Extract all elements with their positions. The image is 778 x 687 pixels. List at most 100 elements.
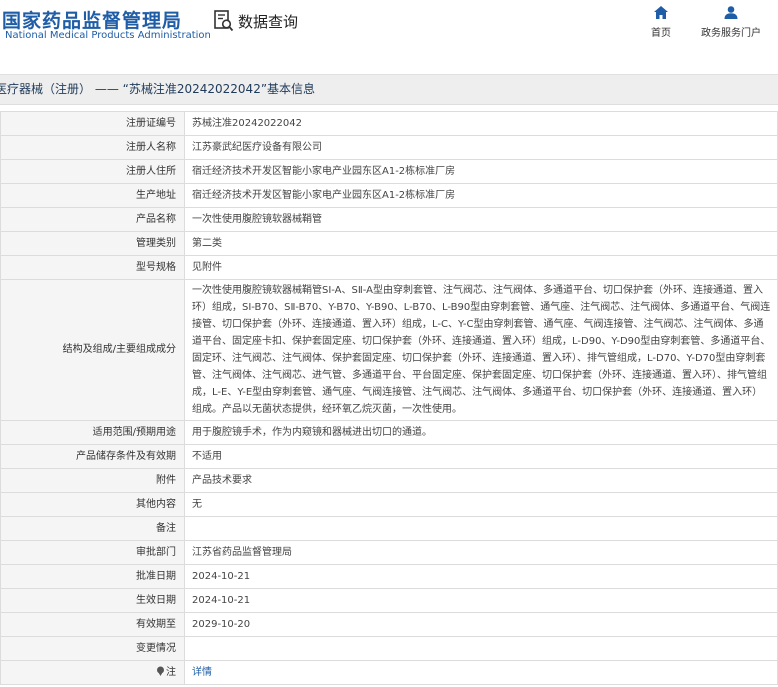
- table-row: 管理类别 第二类: [0, 231, 778, 256]
- field-label-text: 注册人住所: [126, 165, 176, 177]
- table-row: 生产地址 宿迁经济技术开发区智能小家电产业园东区A1-2栋标准厂房: [0, 183, 778, 208]
- field-value-text: 见附件: [192, 261, 222, 273]
- table-row: 适用范围/预期用途 用于腹腔镜手术，作为内窥镜和器械进出切口的通道。: [0, 420, 778, 445]
- field-label: 审批部门: [0, 540, 185, 565]
- field-value: 一次性使用腹腔镜软器械鞘管: [184, 207, 778, 232]
- field-value: 用于腹腔镜手术，作为内窥镜和器械进出切口的通道。: [184, 420, 778, 445]
- field-value: 见附件: [184, 255, 778, 280]
- field-value-text: 用于腹腔镜手术，作为内窥镜和器械进出切口的通道。: [192, 426, 432, 438]
- field-value-text: 2024-10-21: [192, 570, 251, 582]
- field-label: 备注: [0, 516, 185, 541]
- field-label-text: 管理类别: [136, 237, 176, 249]
- field-label-text: 有效期至: [136, 618, 176, 630]
- field-label-text: 附件: [156, 474, 176, 486]
- home-icon: [654, 6, 668, 19]
- field-label: 产品名称: [0, 207, 185, 232]
- table-row: 有效期至 2029-10-20: [0, 612, 778, 637]
- field-value-text: 不适用: [192, 450, 222, 462]
- field-label: 批准日期: [0, 564, 185, 589]
- field-label-text: 备注: [156, 522, 176, 534]
- field-label: 生产地址: [0, 183, 185, 208]
- field-value: 详情: [184, 660, 778, 685]
- field-value-text: 第二类: [192, 237, 222, 249]
- table-row: 生效日期 2024-10-21: [0, 588, 778, 613]
- field-value-text: 宿迁经济技术开发区智能小家电产业园东区A1-2栋标准厂房: [192, 165, 456, 177]
- field-value-text: 2024-10-21: [192, 594, 251, 606]
- field-label: 管理类别: [0, 231, 185, 256]
- table-row: 备注: [0, 516, 778, 541]
- site-logo-en[interactable]: National Medical Products Administration: [5, 30, 211, 41]
- field-label: 适用范围/预期用途: [0, 420, 185, 445]
- field-value: 2024-10-21: [184, 588, 778, 613]
- site-logo-cn[interactable]: 国家药品监督管理局: [2, 6, 182, 33]
- field-value: 宿迁经济技术开发区智能小家电产业园东区A1-2栋标准厂房: [184, 183, 778, 208]
- field-label-text: 批准日期: [136, 570, 176, 582]
- field-label-text: 产品储存条件及有效期: [76, 450, 176, 462]
- registration-info-table: 注册证编号 苏械注准20242022042 注册人名称 江苏豪武纪医疗设备有限公司 注册…: [0, 111, 778, 685]
- table-row: 注册人名称 江苏豪武纪医疗设备有限公司: [0, 135, 778, 160]
- field-value: 江苏省药品监督管理局: [184, 540, 778, 565]
- field-value: 不适用: [184, 444, 778, 469]
- breadcrumb: 医疗器械（注册） —— “苏械注准20242022042”基本信息: [0, 74, 778, 105]
- site-header: 国家药品监督管理局 National Medical Products Admi…: [0, 0, 778, 72]
- field-label: 产品储存条件及有效期: [0, 444, 185, 469]
- field-label: 结构及组成/主要组成成分: [0, 279, 185, 421]
- data-query-title: 数据查询: [214, 10, 298, 32]
- field-value-text: 一次性使用腹腔镜软器械鞘管SⅠ-A、SⅡ-A型由穿刺套管、注气阀芯、注气阀体、多…: [192, 285, 771, 415]
- field-label-text: 生效日期: [136, 594, 176, 606]
- data-query-label: 数据查询: [238, 12, 299, 31]
- field-value-text: 无: [192, 498, 202, 510]
- table-row: 型号规格 见附件: [0, 255, 778, 280]
- field-label: 附件: [0, 468, 185, 493]
- field-value-text: 2029-10-20: [192, 618, 251, 630]
- field-label-text: 审批部门: [136, 546, 176, 558]
- field-value-text: 江苏省药品监督管理局: [192, 546, 292, 558]
- nav-home[interactable]: 首页: [647, 6, 675, 39]
- table-row: 产品名称 一次性使用腹腔镜软器械鞘管: [0, 207, 778, 232]
- field-label-text: 适用范围/预期用途: [92, 426, 176, 438]
- field-value: [184, 636, 778, 661]
- field-label: 注册人住所: [0, 159, 185, 184]
- field-label: 注册证编号: [0, 111, 185, 136]
- field-value: [184, 516, 778, 541]
- field-label: 注: [0, 660, 185, 685]
- field-label-text: 其他内容: [136, 498, 176, 510]
- field-label: 生效日期: [0, 588, 185, 613]
- table-row: 批准日期 2024-10-21: [0, 564, 778, 589]
- user-icon: [724, 6, 738, 19]
- field-value: 一次性使用腹腔镜软器械鞘管SⅠ-A、SⅡ-A型由穿刺套管、注气阀芯、注气阀体、多…: [184, 279, 778, 421]
- pin-icon: [157, 666, 164, 676]
- field-value: 宿迁经济技术开发区智能小家电产业园东区A1-2栋标准厂房: [184, 159, 778, 184]
- field-label: 有效期至: [0, 612, 185, 637]
- nav-gov-service-portal[interactable]: 政务服务门户: [700, 6, 762, 39]
- field-value: 产品技术要求: [184, 468, 778, 493]
- field-value-text: 苏械注准20242022042: [192, 117, 302, 129]
- field-label: 型号规格: [0, 255, 185, 280]
- breadcrumb-text: 医疗器械（注册） —— “苏械注准20242022042”基本信息: [0, 82, 316, 96]
- nav-home-label: 首页: [651, 28, 671, 39]
- field-label: 变更情况: [0, 636, 185, 661]
- field-value-text: 产品技术要求: [192, 474, 252, 486]
- field-label: 注册人名称: [0, 135, 185, 160]
- table-row: 产品储存条件及有效期 不适用: [0, 444, 778, 469]
- data-query-icon: [214, 10, 234, 32]
- field-value: 无: [184, 492, 778, 517]
- table-row: 注 详情: [0, 660, 778, 685]
- field-label-text: 结构及组成/主要组成成分: [62, 344, 176, 355]
- field-value-text: 宿迁经济技术开发区智能小家电产业园东区A1-2栋标准厂房: [192, 189, 456, 201]
- field-label-text: 注册证编号: [126, 117, 176, 129]
- field-label: 其他内容: [0, 492, 185, 517]
- table-row: 结构及组成/主要组成成分 一次性使用腹腔镜软器械鞘管SⅠ-A、SⅡ-A型由穿刺套管…: [0, 279, 778, 421]
- field-label-text: 型号规格: [136, 261, 176, 273]
- field-value: 江苏豪武纪医疗设备有限公司: [184, 135, 778, 160]
- table-row: 审批部门 江苏省药品监督管理局: [0, 540, 778, 565]
- details-link[interactable]: 详情: [192, 667, 212, 678]
- field-value: 第二类: [184, 231, 778, 256]
- table-row: 附件 产品技术要求: [0, 468, 778, 493]
- table-row: 变更情况: [0, 636, 778, 661]
- field-label-text: 注册人名称: [126, 141, 176, 153]
- table-row: 注册人住所 宿迁经济技术开发区智能小家电产业园东区A1-2栋标准厂房: [0, 159, 778, 184]
- nav-gov-label: 政务服务门户: [701, 28, 761, 39]
- field-label-text: 产品名称: [136, 213, 176, 225]
- field-label-text: 生产地址: [136, 189, 176, 201]
